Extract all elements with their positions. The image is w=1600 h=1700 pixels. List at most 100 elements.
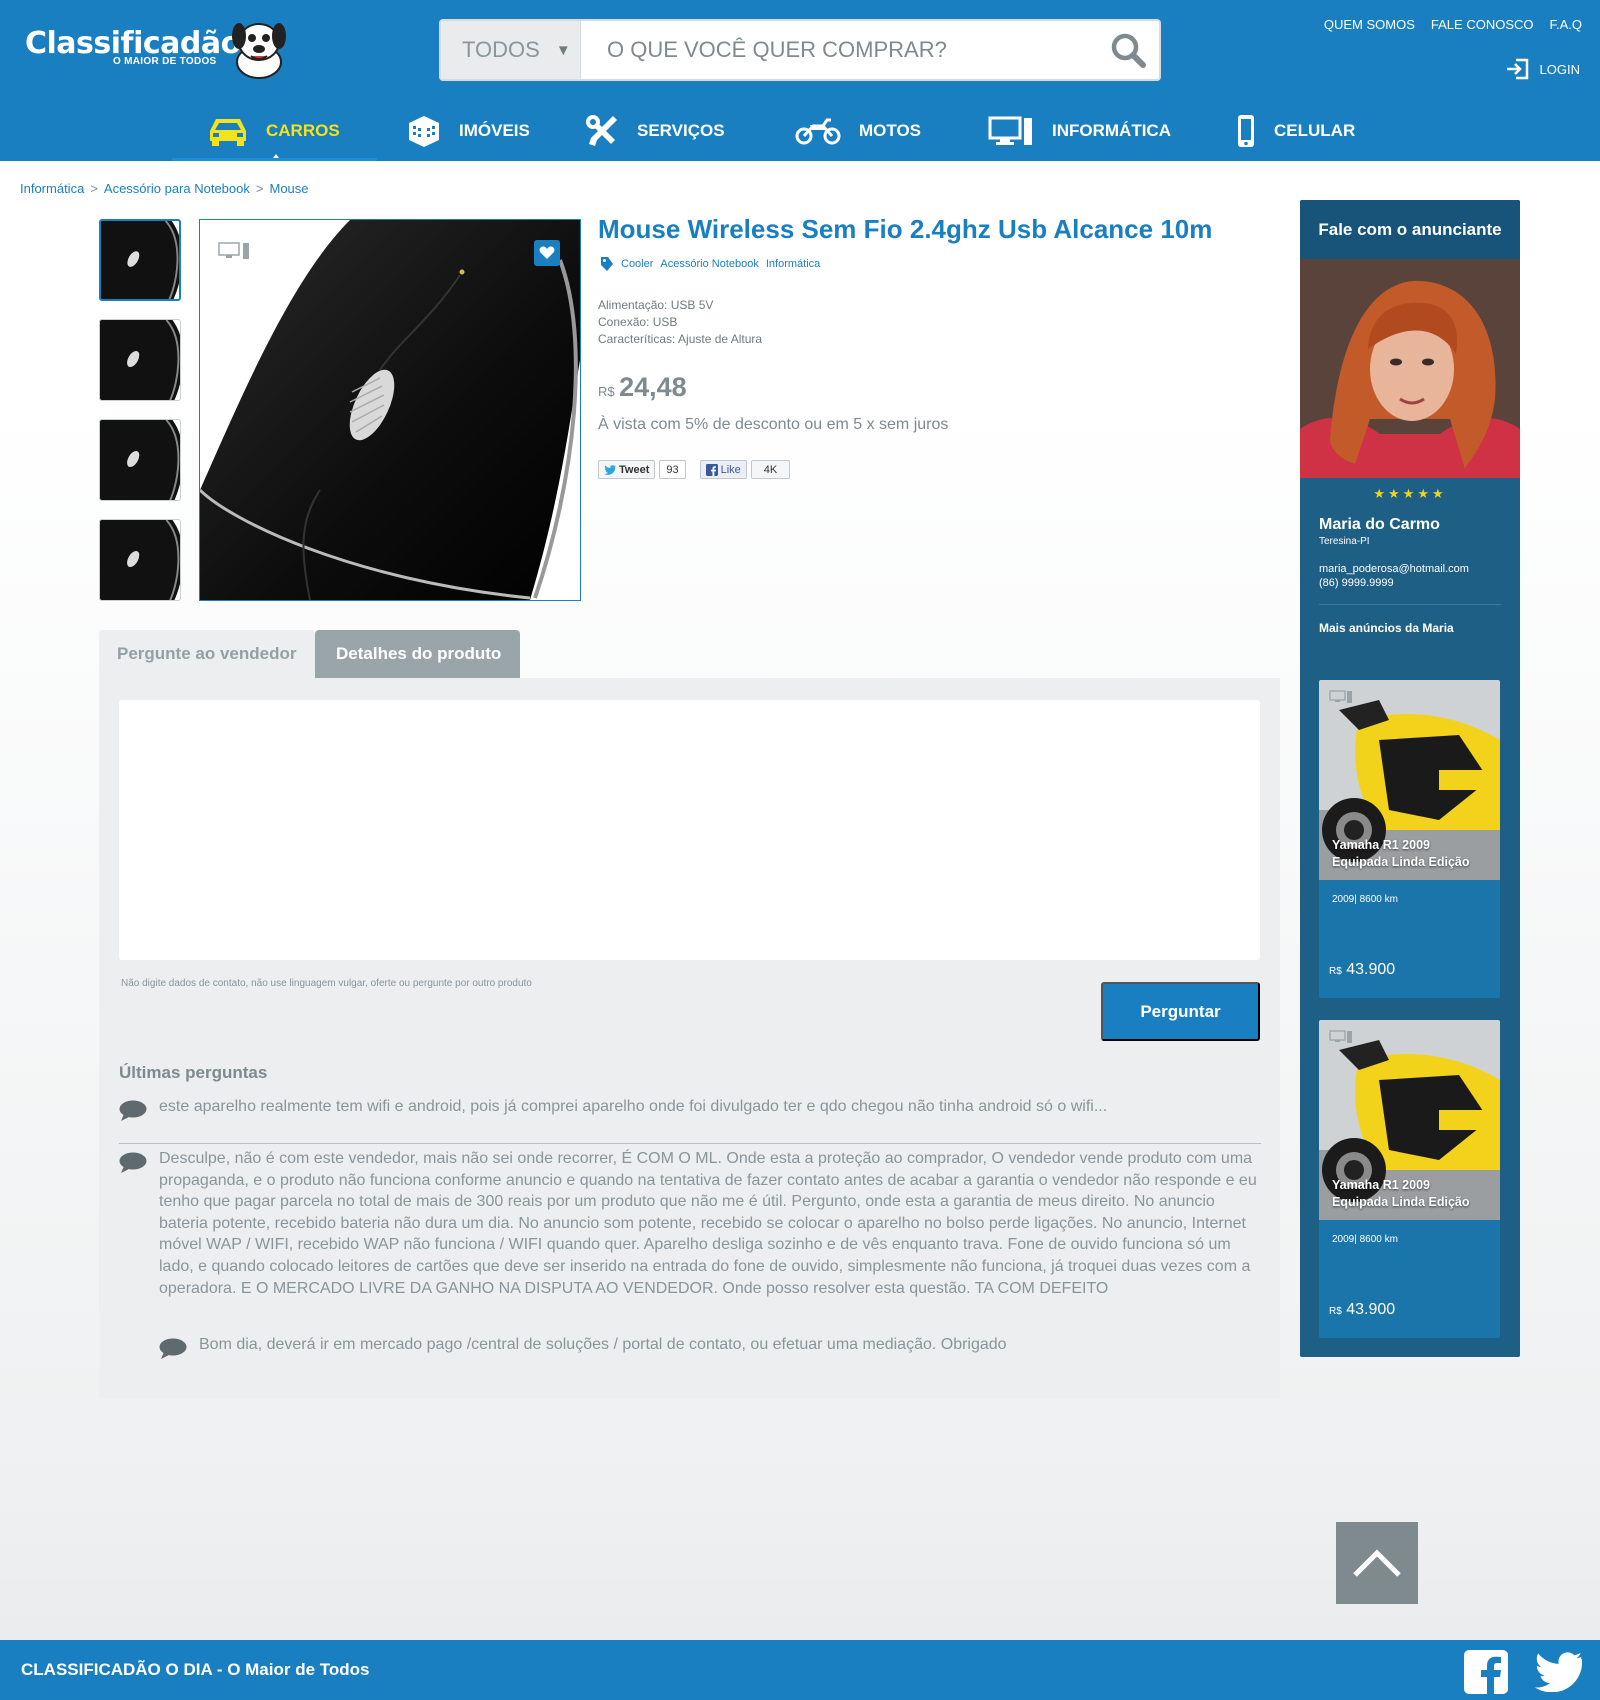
product-main-image[interactable] (199, 219, 581, 601)
nav-item-servicos[interactable]: SERVIÇOS (585, 100, 795, 161)
ad-price-currency: R$ (1329, 966, 1342, 977)
tag-icon (601, 257, 613, 271)
tab-ask-seller[interactable]: Pergunte ao vendedor (99, 630, 315, 678)
tag-link[interactable]: Informática (766, 258, 820, 270)
ad-title-line: Yamaha R1 2009 (1332, 1178, 1430, 1192)
ad-image: Yamaha R1 2009 Equipada Linda Edição (1319, 1020, 1500, 1220)
header: Classificadão O MAIOR DE TODOS TODOS ▼ Q… (0, 0, 1600, 162)
facebook-small-icon (705, 463, 718, 476)
login-label: LOGIN (1539, 61, 1580, 77)
computer-category-icon (218, 242, 249, 259)
nav-item-celular[interactable]: CELULAR (1236, 100, 1406, 161)
speech-bubble-icon (159, 1338, 187, 1359)
ad-title-line: Equipada Linda Edição (1332, 855, 1470, 869)
speech-bubble-icon (119, 1152, 147, 1173)
computer-category-icon (1329, 1030, 1352, 1043)
nav-label-imoveis: IMÓVEIS (459, 120, 530, 140)
facebook-icon[interactable] (1464, 1650, 1508, 1694)
question-textarea[interactable] (119, 700, 1260, 960)
category-nav: CARROS IMÓVEIS SERVIÇOS MOTOS INFORMÁTIC… (172, 100, 1406, 162)
mouse-thumbnail-image (101, 221, 179, 299)
breadcrumb-item[interactable]: Informática (20, 181, 84, 196)
nav-label-celular: CELULAR (1274, 120, 1356, 140)
product-price: R$ 24,48 (598, 372, 687, 403)
question-text: Desculpe, não é com este vendedor, mais … (159, 1150, 1257, 1297)
sidebar-divider (1319, 604, 1501, 605)
ad-price: R$ 43.900 (1329, 1301, 1395, 1319)
building-icon (409, 115, 439, 147)
nav-label-carros: CARROS (266, 120, 340, 140)
nav-item-carros[interactable]: CARROS (172, 100, 377, 162)
like-label-box: Like (699, 460, 747, 479)
thumbnail[interactable] (99, 419, 181, 501)
tweet-count: 93 (659, 460, 686, 479)
tag-link[interactable]: Acessório Notebook (660, 258, 758, 270)
search-bar: TODOS ▼ (439, 19, 1161, 81)
top-links: QUEM SOMOS FALE CONOSCO F.A.Q (1324, 17, 1582, 32)
link-quem-somos[interactable]: QUEM SOMOS (1324, 17, 1415, 32)
nav-item-motos[interactable]: MOTOS (795, 100, 988, 161)
spec-line: Conexão: USB (598, 315, 678, 329)
twitter-icon[interactable] (1534, 1652, 1582, 1692)
answer-text: Bom dia, deverá ir em mercado pago /cent… (199, 1336, 1007, 1353)
ad-title: Yamaha R1 2009 Equipada Linda Edição (1332, 1177, 1470, 1211)
spec-line: Alimentação: USB 5V (598, 298, 714, 312)
breadcrumb-item[interactable]: Mouse (269, 181, 308, 196)
mouse-product-image (200, 220, 580, 600)
product-tags: Cooler Acessório Notebook Informática (600, 256, 820, 272)
nav-item-informatica[interactable]: INFORMÁTICA (988, 100, 1236, 161)
thumbnail[interactable] (99, 319, 181, 401)
tweet-button[interactable]: Tweet 93 (598, 460, 686, 479)
facebook-like-button[interactable]: Like 4K (699, 460, 791, 479)
ad-title-line: Yamaha R1 2009 (1332, 838, 1430, 852)
motorcycle-icon (795, 118, 841, 144)
ad-card[interactable]: Yamaha R1 2009 Equipada Linda Edição 200… (1319, 680, 1500, 998)
link-fale-conosco[interactable]: FALE CONOSCO (1431, 17, 1534, 32)
product-title: Mouse Wireless Sem Fio 2.4ghz Usb Alcanc… (598, 214, 1213, 244)
link-faq[interactable]: F.A.Q (1549, 17, 1582, 32)
search-input[interactable] (581, 21, 1101, 79)
heart-icon (539, 246, 555, 259)
chevron-down-icon: ▼ (555, 41, 571, 59)
question-hint: Não digite dados de contato, não use lin… (121, 978, 532, 989)
back-to-top-button[interactable] (1336, 1522, 1418, 1604)
tweet-label: Tweet (619, 463, 650, 476)
ad-price-currency: R$ (1329, 1306, 1342, 1317)
question-text: este aparelho realmente tem wifi e andro… (159, 1098, 1108, 1115)
search-category-select[interactable]: TODOS ▼ (441, 21, 581, 79)
dog-mascot-icon (232, 23, 286, 79)
footer-text: CLASSIFICADÃO O DIA - O Maior de Todos (21, 1660, 370, 1679)
mouse-thumbnail-image (100, 520, 180, 600)
logo[interactable]: Classificadão O MAIOR DE TODOS (25, 16, 290, 82)
ad-image: Yamaha R1 2009 Equipada Linda Edição (1319, 680, 1500, 880)
footer: CLASSIFICADÃO O DIA - O Maior de Todos (0, 1640, 1600, 1700)
search-icon[interactable] (1109, 31, 1149, 71)
ad-price: R$ 43.900 (1329, 961, 1395, 979)
thumbnail[interactable] (99, 519, 181, 601)
price-installment-note: À vista com 5% de desconto ou em 5 x sem… (598, 416, 949, 433)
seller-avatar (1300, 259, 1520, 478)
question-panel: Não digite dados de contato, não use lin… (99, 678, 1280, 1398)
breadcrumb-item[interactable]: Acessório para Notebook (104, 181, 250, 196)
car-icon (210, 118, 246, 146)
tab-product-details[interactable]: Detalhes do produto (315, 630, 520, 678)
nav-label-informatica: INFORMÁTICA (1052, 120, 1171, 140)
breadcrumb: Informática > Acessório para Notebook > Mous… (20, 181, 309, 196)
like-label: Like (720, 463, 741, 476)
chevron-up-icon (1353, 1549, 1401, 1577)
ad-card[interactable]: Yamaha R1 2009 Equipada Linda Edição 200… (1319, 1020, 1500, 1338)
tag-link[interactable]: Cooler (621, 258, 653, 270)
favorite-button[interactable] (534, 240, 560, 266)
nav-item-imoveis[interactable]: IMÓVEIS (377, 100, 585, 161)
answer-item: Bom dia, deverá ir em mercado pago /cent… (159, 1334, 1259, 1360)
tools-icon (586, 114, 617, 146)
thumbnail[interactable] (99, 219, 181, 301)
nav-label-motos: MOTOS (859, 120, 922, 140)
twitter-bird-icon (604, 464, 616, 475)
social-buttons: Tweet 93 Like 4K (598, 460, 791, 479)
nav-label-servicos: SERVIÇOS (637, 120, 725, 140)
seller-email[interactable]: maria_poderosa@hotmail.com (1319, 563, 1520, 575)
login-button[interactable]: LOGIN (1506, 58, 1580, 80)
ask-button[interactable]: Perguntar (1101, 982, 1260, 1041)
seller-name: Maria do Carmo (1319, 516, 1440, 533)
